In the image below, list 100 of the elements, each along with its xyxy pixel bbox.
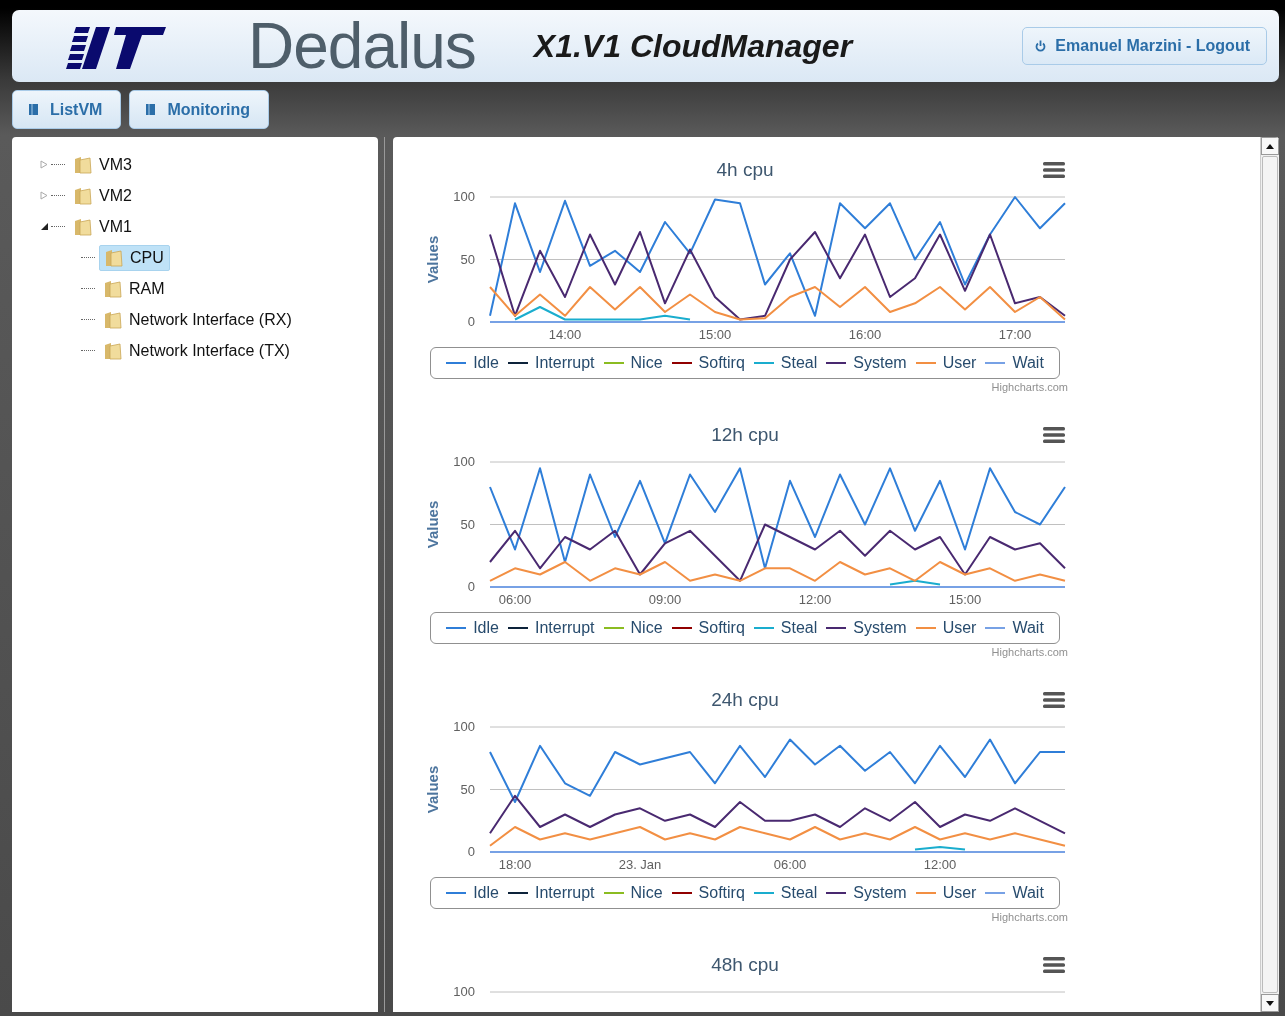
legend-item[interactable]: Softirq — [671, 619, 745, 637]
legend-item[interactable]: Interrupt — [507, 619, 595, 637]
axis-tick-label: 09:00 — [648, 592, 682, 607]
legend-label: System — [853, 619, 907, 637]
menu-icon[interactable] — [1043, 957, 1065, 973]
legend-label: Softirq — [698, 354, 745, 372]
axis-title: Values — [424, 500, 441, 549]
expand-toggle-icon[interactable] — [40, 160, 49, 169]
legend-item[interactable]: System — [826, 354, 907, 372]
axis-tick-label: 50 — [460, 516, 475, 532]
legend-label: User — [942, 884, 977, 902]
axis-tick-label: 100 — [453, 189, 475, 204]
menu-icon[interactable] — [1043, 692, 1065, 708]
axis-tick-label: 06:00 — [773, 857, 807, 872]
tree-item[interactable]: VM1 — [69, 214, 137, 239]
legend-label: User — [942, 354, 977, 372]
legend-item[interactable]: Idle — [446, 619, 499, 637]
folder-icon — [103, 340, 123, 361]
legend-label: Nice — [630, 619, 663, 637]
nav-button[interactable]: ListVM — [12, 90, 122, 129]
legend-item[interactable]: User — [915, 884, 977, 902]
scroll-down-button[interactable] — [1261, 994, 1279, 1012]
list-icon — [146, 104, 156, 115]
legend-item[interactable]: Interrupt — [507, 354, 595, 372]
legend-item[interactable]: User — [915, 354, 977, 372]
legend-label: User — [942, 619, 977, 637]
legend-label: Interrupt — [534, 354, 595, 372]
expand-toggle-icon[interactable] — [40, 191, 49, 200]
axis-tick-label: 0 — [467, 579, 475, 594]
chart-title: 4h cpu — [716, 159, 774, 181]
legend-label: Nice — [630, 354, 663, 372]
nav-button[interactable]: Monitoring — [129, 90, 270, 129]
legend-item[interactable]: Interrupt — [507, 884, 595, 902]
legend-item[interactable]: User — [915, 619, 977, 637]
menu-icon[interactable] — [1043, 427, 1065, 443]
legend-item[interactable]: System — [826, 619, 907, 637]
axis-tick-label: 12:00 — [798, 592, 832, 607]
legend-item[interactable]: Nice — [603, 354, 663, 372]
tree-item[interactable]: VM3 — [69, 152, 137, 177]
legend-label: Steal — [780, 619, 818, 637]
axis-tick-label: 0 — [467, 314, 475, 329]
axis-title: Values — [424, 765, 441, 814]
legend-item[interactable]: System — [826, 884, 907, 902]
legend-label: Wait — [1012, 884, 1044, 902]
legend-item[interactable]: Steal — [753, 354, 818, 372]
expand-toggle-icon[interactable] — [40, 222, 49, 231]
legend-label: Interrupt — [534, 619, 595, 637]
legend-label: System — [853, 354, 907, 372]
legend-item[interactable]: Idle — [446, 354, 499, 372]
axis-tick-label: 15:00 — [948, 592, 982, 607]
legend-item[interactable]: Nice — [603, 619, 663, 637]
scroll-up-button[interactable] — [1261, 137, 1279, 155]
legend-item[interactable]: Steal — [753, 619, 818, 637]
axis-tick-label: 06:00 — [498, 592, 532, 607]
axis-tick-label: 50 — [460, 781, 475, 797]
axis-title: Values — [424, 235, 441, 284]
chart-title: 12h cpu — [711, 424, 779, 446]
menu-icon[interactable] — [1043, 162, 1065, 178]
legend-label: Steal — [780, 884, 818, 902]
folder-icon — [103, 309, 123, 330]
brand-name: Dedalus — [248, 14, 476, 78]
legend-item[interactable]: Wait — [985, 619, 1044, 637]
legend-item[interactable]: Wait — [985, 884, 1044, 902]
axis-tick-label: 12:00 — [923, 857, 957, 872]
axis-tick-label: 100 — [453, 719, 475, 734]
tree-item[interactable]: CPU — [99, 244, 170, 271]
folder-icon — [103, 278, 123, 299]
legend-label: Steal — [780, 354, 818, 372]
axis-tick-label: 15:00 — [698, 327, 732, 342]
axis-tick-label: 18:00 — [498, 857, 532, 872]
legend-label: Idle — [473, 619, 499, 637]
legend-label: Idle — [473, 354, 499, 372]
chart-title: 24h cpu — [711, 689, 779, 711]
up-arrow-icon — [1266, 143, 1274, 149]
legend-item[interactable]: Steal — [753, 884, 818, 902]
legend-item[interactable]: Softirq — [671, 884, 745, 902]
legend-label: Softirq — [698, 884, 745, 902]
folder-icon — [73, 185, 93, 206]
legend-item[interactable]: Softirq — [671, 354, 745, 372]
scrollbar-thumb[interactable] — [1262, 156, 1278, 993]
legend-item[interactable]: Idle — [446, 884, 499, 902]
tree-item[interactable]: VM2 — [69, 183, 137, 208]
power-icon — [1035, 40, 1047, 52]
chart-title: 48h cpu — [711, 954, 779, 976]
legend-item[interactable]: Wait — [985, 354, 1044, 372]
folder-icon — [104, 247, 124, 268]
tree-item[interactable]: Network Interface (RX) — [99, 307, 297, 332]
tree-item[interactable]: RAM — [99, 276, 170, 301]
axis-tick-label: 100 — [453, 454, 475, 469]
logout-button[interactable]: Emanuel Marzini - Logout — [1022, 27, 1267, 65]
tree-item[interactable]: Network Interface (TX) — [99, 338, 295, 363]
down-arrow-icon — [1266, 1000, 1274, 1006]
legend-item[interactable]: Nice — [603, 884, 663, 902]
legend-label: Softirq — [698, 619, 745, 637]
app-title: X1.V1 CloudManager — [533, 27, 853, 65]
axis-tick-label: 14:00 — [548, 327, 582, 342]
legend-label: Interrupt — [534, 884, 595, 902]
folder-icon — [73, 154, 93, 175]
axis-tick-label: 50 — [460, 251, 475, 267]
legend-label: Wait — [1012, 619, 1044, 637]
